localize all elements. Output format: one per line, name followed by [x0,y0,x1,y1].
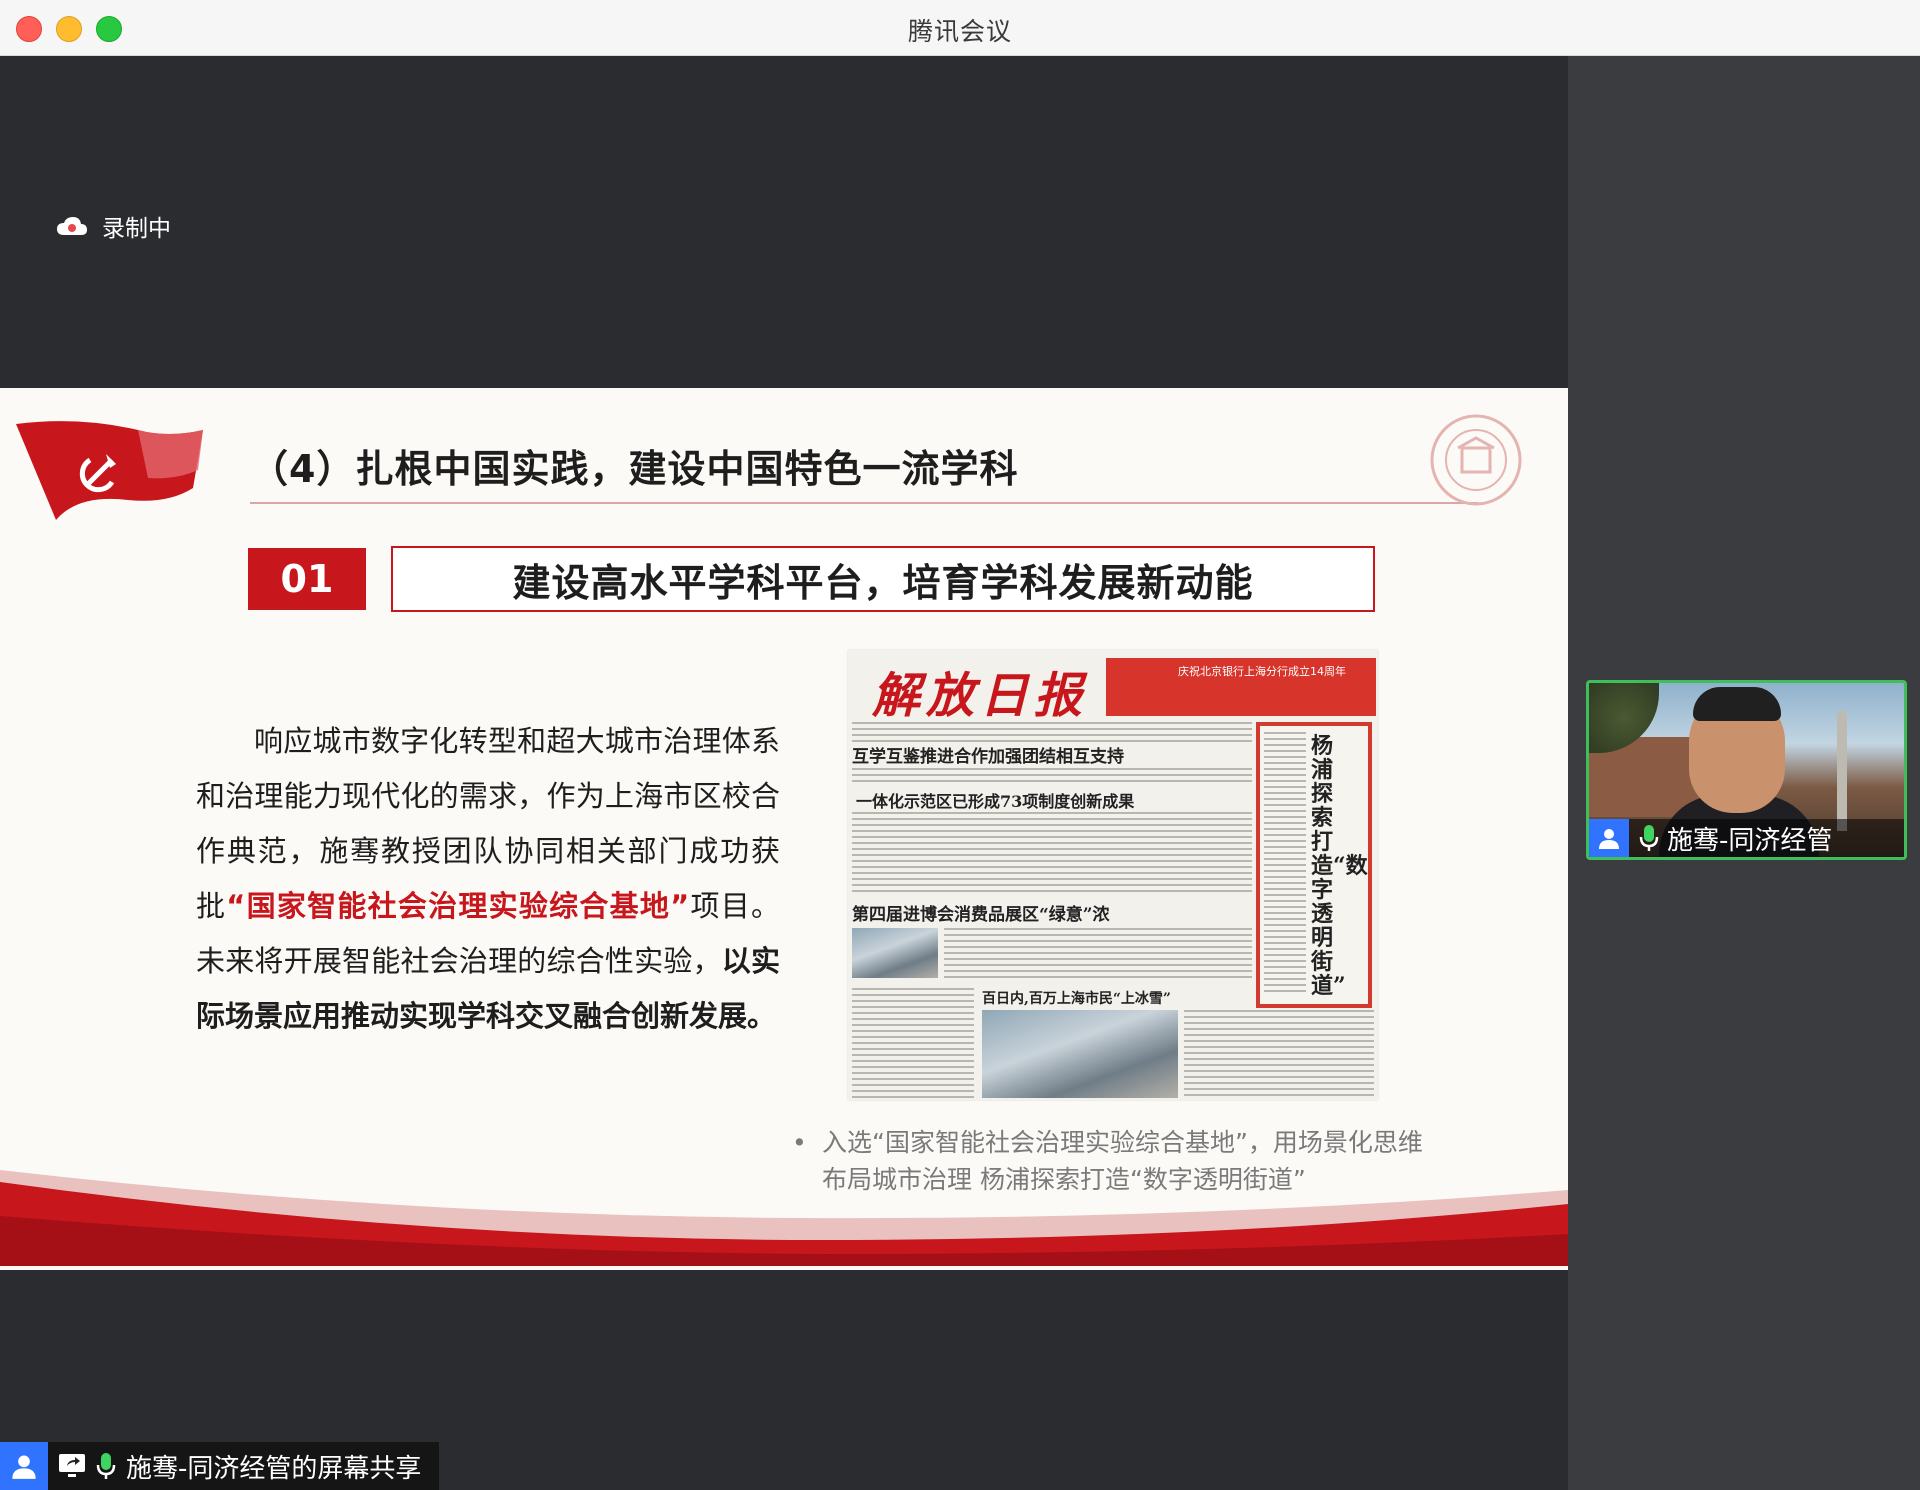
user-avatar-icon [1589,819,1629,857]
window-titlebar: 腾讯会议 [0,0,1920,56]
section-title: 建设高水平学科平台，培育学科发展新动能 [391,546,1375,612]
participant-name-label: 施骞-同济经管 [1589,819,1904,857]
screen-share-label[interactable]: 施骞-同济经管的屏幕共享 [0,1442,440,1490]
screen-share-owner: 施骞-同济经管的屏幕共享 [126,1453,422,1484]
screen-share-icon [58,1453,86,1479]
newspaper-photo [852,928,938,978]
newspaper-banner-text: 庆祝北京银行上海分行成立14周年 [1178,665,1346,678]
newspaper-masthead: 解放日报 [872,668,1089,724]
slide-title: （4）扎根中国实践，建设中国特色一流学科 [250,447,1019,491]
newspaper-text-block [852,988,974,1098]
party-flag-icon [8,408,208,532]
body-highlight-text: “国家智能社会治理实验综合基地” [226,889,690,923]
section-number-badge: 01 [248,548,366,610]
newspaper-text-block [1184,1010,1374,1098]
newspaper-text-block [852,722,1252,742]
video-person-hair [1693,687,1781,721]
window-title: 腾讯会议 [907,17,1012,46]
video-pillar [1837,711,1847,831]
user-avatar-icon [0,1442,48,1490]
participant-name: 施骞-同济经管 [1667,825,1833,856]
university-seal-icon [1428,412,1524,512]
cloud-record-icon [56,215,88,237]
microphone-icon [96,1452,116,1480]
slide-body-text: 响应城市数字化转型和超大城市治理体系和治理能力现代化的需求，作为上海市区校合作典… [196,714,780,1044]
newspaper-photo [982,1010,1178,1098]
newspaper-side-headline: 杨浦探索打造“数字透明街道” [1311,733,1368,999]
newspaper-text-block [852,812,1252,894]
newspaper-headline-4: 百日内,百万上海市民“上冰雪” [982,991,1171,1007]
newspaper-text-block [1264,732,1306,994]
red-wave-decoration [0,1156,1568,1270]
newspaper-headline-2: 一体化示范区已形成73项制度创新成果 [856,792,1135,811]
microphone-icon [1639,824,1659,852]
newspaper-text-block [944,928,1252,978]
recording-indicator[interactable]: 录制中 [56,208,171,244]
shared-slide: （4）扎根中国实践，建设中国特色一流学科 01 建设高水平学科平台，培育学科发展… [0,388,1568,1270]
title-divider [250,502,1478,504]
newspaper-headline-1: 互学互鉴推进合作加强团结相互支持 [852,747,1124,767]
newspaper-text-block [852,768,1252,784]
participant-video-tile[interactable]: 施骞-同济经管 [1586,680,1907,860]
newspaper-image: 解放日报 庆祝北京银行上海分行成立14周年 互学互鉴推进合作加强团结相互支持 一… [848,650,1378,1100]
meeting-stage: 录制中 （4）扎根中国实践，建设中国特色一流学科 01 建设高水平学科平台，培育… [0,56,1568,1490]
recording-label: 录制中 [102,216,171,242]
newspaper-headline-3: 第四届进博会消费品展区“绿意”浓 [852,905,1110,925]
